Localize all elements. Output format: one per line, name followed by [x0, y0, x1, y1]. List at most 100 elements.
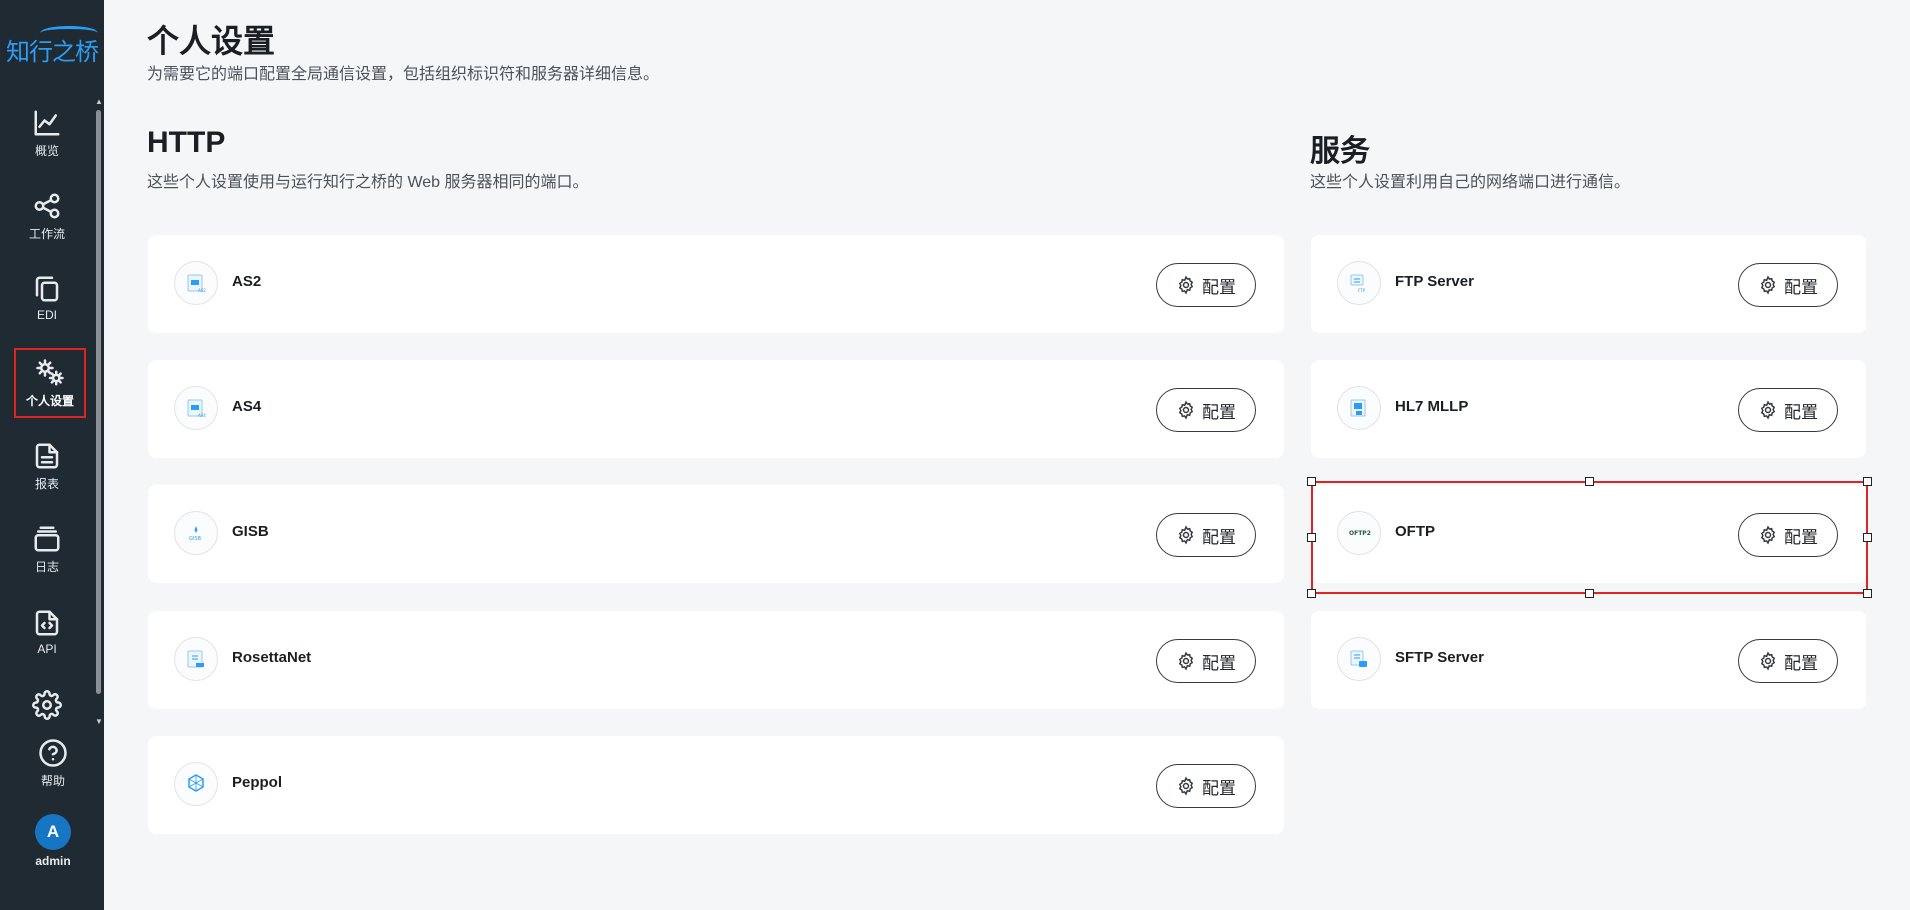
nav-label-api: API [37, 642, 57, 656]
page-title: 个人设置 [147, 23, 276, 59]
configure-button-label: 配置 [1784, 653, 1818, 673]
nav-item-overview[interactable]: 概览 [0, 100, 94, 174]
nav-label-help: 帮助 [40, 774, 65, 788]
services-section-subtitle: 这些个人设置利用自己的网络端口进行通信。 [1310, 174, 1631, 191]
as4-icon: AS4 [174, 386, 218, 430]
nav-item-edi[interactable]: EDI [0, 266, 94, 340]
nav-label-edi: EDI [36, 308, 57, 322]
nav-item-settings[interactable] [0, 682, 94, 732]
gear-icon [1178, 776, 1194, 796]
selection-handle[interactable] [1585, 589, 1594, 598]
page-subtitle: 为需要它的端口配置全局通信设置，包括组织标识符和服务器详细信息。 [147, 66, 660, 83]
chart-line-icon [34, 110, 60, 136]
svg-text:GISB: GISB [189, 536, 202, 542]
gear-icon [1760, 400, 1776, 420]
rosettanet-icon [174, 637, 218, 681]
card-label: RosettaNet [232, 649, 312, 666]
card-as2: AS2 AS2 配置 [148, 235, 1284, 333]
configure-button-label: 配置 [1202, 277, 1236, 297]
configure-button[interactable]: 配置 [1738, 263, 1838, 307]
selection-handle[interactable] [1307, 589, 1316, 598]
card-label: HL7 MLLP [1395, 398, 1469, 415]
svg-text:AS2: AS2 [198, 288, 206, 293]
share-nodes-icon [34, 193, 60, 219]
selection-highlight [1311, 481, 1868, 594]
configure-button[interactable]: 配置 [1738, 388, 1838, 432]
card-rosettanet: RosettaNet 配置 [148, 611, 1284, 709]
avatar: A [35, 814, 71, 850]
sidebar-scrollbar[interactable]: ▲ ▼ [94, 96, 104, 728]
card-peppol: Peppol 配置 [148, 736, 1284, 834]
http-section-title: HTTP [147, 126, 226, 159]
gear-icon [32, 690, 62, 720]
selection-handle[interactable] [1585, 477, 1594, 486]
configure-button[interactable]: 配置 [1156, 513, 1256, 557]
configure-button-label: 配置 [1202, 527, 1236, 547]
card-label: AS4 [232, 398, 262, 415]
gear-icon [1178, 275, 1194, 295]
configure-button[interactable]: 配置 [1738, 639, 1838, 683]
gear-icon [1760, 275, 1776, 295]
nav-label-profile: 个人设置 [25, 394, 74, 408]
ftp-server-icon: FTP [1337, 261, 1381, 305]
code-file-icon [35, 610, 59, 636]
services-section-title: 服务 [1310, 135, 1370, 168]
user-name: admin [35, 854, 71, 868]
card-label: Peppol [232, 774, 283, 791]
svg-text:FTP: FTP [1358, 288, 1366, 293]
help-icon [39, 739, 67, 767]
card-hl7-mllp: HL7 MLLP 配置 [1311, 360, 1866, 458]
selection-handle[interactable] [1307, 477, 1316, 486]
app-logo[interactable]: 知行之桥 [4, 26, 100, 66]
card-label: AS2 [232, 273, 262, 290]
scroll-up-icon[interactable]: ▲ [95, 98, 103, 106]
sidebar: 知行之桥 概览 工作流 EDI 个人设置 报表 日志 API 帮助 A admi… [0, 0, 104, 910]
sftp-server-icon [1337, 637, 1381, 681]
logo-text: 知行之桥 [6, 38, 99, 66]
as2-icon: AS2 [174, 261, 218, 305]
gear-icon [1178, 651, 1194, 671]
nav-label-reports: 报表 [34, 477, 59, 491]
user-menu[interactable]: A admin [6, 812, 100, 886]
scroll-thumb[interactable] [96, 110, 101, 694]
hl7-icon [1337, 386, 1381, 430]
copy-docs-icon [35, 276, 59, 302]
configure-button[interactable]: 配置 [1156, 388, 1256, 432]
nav-label-workflow: 工作流 [28, 227, 65, 241]
configure-button-label: 配置 [1202, 778, 1236, 798]
gear-icon [1178, 400, 1194, 420]
peppol-icon [174, 762, 218, 806]
nav-item-reports[interactable]: 报表 [0, 433, 94, 507]
gears-icon [36, 359, 64, 386]
nav-label-overview: 概览 [34, 144, 59, 158]
gear-icon [1760, 651, 1776, 671]
document-icon [35, 443, 59, 469]
card-label: GISB [232, 523, 269, 540]
nav-item-help[interactable]: 帮助 [6, 730, 100, 804]
card-ftp-server: FTP FTP Server 配置 [1311, 235, 1866, 333]
configure-button[interactable]: 配置 [1156, 639, 1256, 683]
gisb-icon: GISB [174, 511, 218, 555]
card-label: FTP Server [1395, 273, 1474, 290]
nav-item-workflow[interactable]: 工作流 [0, 183, 94, 257]
http-section-subtitle: 这些个人设置使用与运行知行之桥的 Web 服务器相同的端口。 [147, 174, 589, 191]
nav-item-api[interactable]: API [0, 600, 94, 674]
selection-handle[interactable] [1307, 533, 1316, 542]
nav-item-logs[interactable]: 日志 [0, 516, 94, 590]
configure-button[interactable]: 配置 [1156, 263, 1256, 307]
card-gisb: GISB GISB 配置 [148, 485, 1284, 583]
configure-button-label: 配置 [1202, 653, 1236, 673]
selection-handle[interactable] [1863, 477, 1872, 486]
configure-button-label: 配置 [1784, 402, 1818, 422]
selection-handle[interactable] [1863, 533, 1872, 542]
configure-button-label: 配置 [1202, 402, 1236, 422]
scroll-down-icon[interactable]: ▼ [95, 718, 103, 726]
gear-icon [1178, 525, 1194, 545]
nav-item-profile[interactable]: 个人设置 [14, 348, 86, 418]
card-label: SFTP Server [1395, 649, 1484, 666]
layers-icon [34, 526, 60, 552]
card-sftp-server: SFTP Server 配置 [1311, 611, 1866, 709]
configure-button[interactable]: 配置 [1156, 764, 1256, 808]
svg-text:AS4: AS4 [198, 413, 206, 418]
selection-handle[interactable] [1863, 589, 1872, 598]
